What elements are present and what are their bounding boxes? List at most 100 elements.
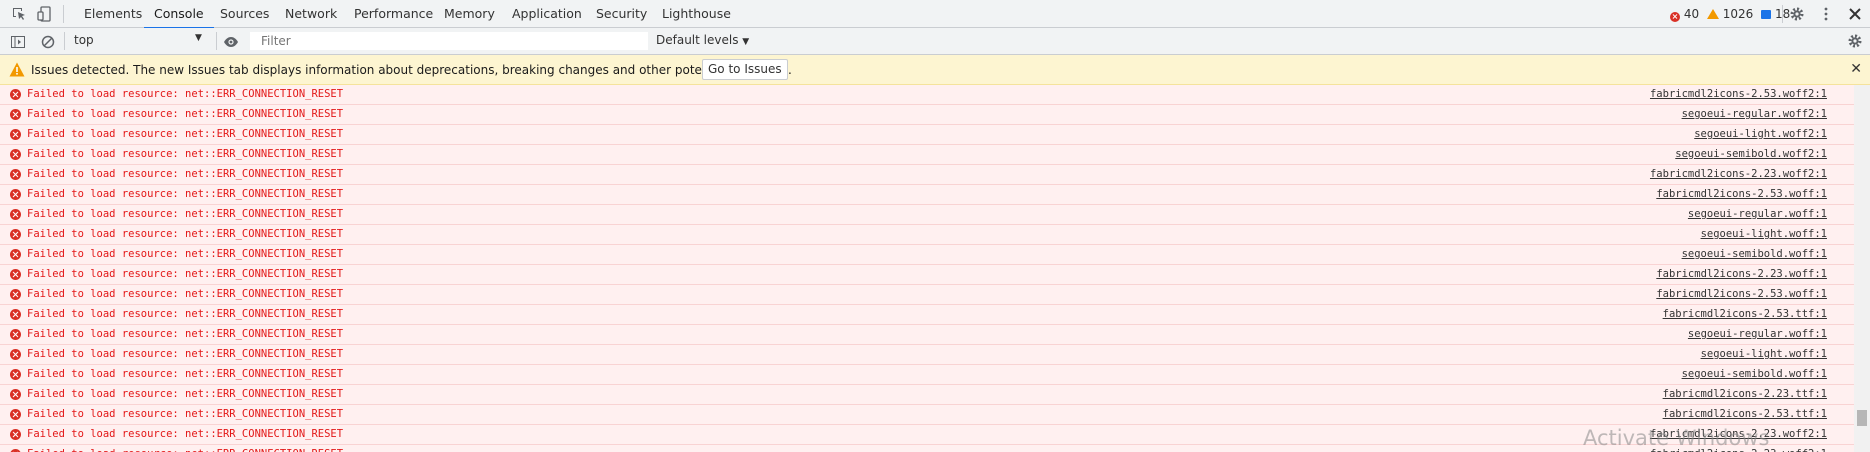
more-options-icon[interactable]: [1818, 6, 1834, 22]
console-toolbar: top ▼ Default levels ▼: [0, 28, 1870, 55]
log-levels-dropdown[interactable]: Default levels ▼: [656, 33, 749, 47]
issue-counters[interactable]: × 40 1026 18: [1670, 0, 1790, 28]
error-icon: [10, 389, 21, 400]
error-icon: [10, 409, 21, 420]
log-row: Failed to load resource: net::ERR_CONNEC…: [0, 245, 1854, 265]
log-message: Failed to load resource: net::ERR_CONNEC…: [27, 388, 344, 400]
source-link[interactable]: fabricmdl2icons-2.53.woff2:1: [1650, 88, 1827, 100]
source-link[interactable]: segoeui-light.woff:1: [1701, 228, 1827, 240]
log-row: Failed to load resource: net::ERR_CONNEC…: [0, 305, 1854, 325]
error-icon: [10, 169, 21, 180]
log-row: Failed to load resource: net::ERR_CONNEC…: [0, 285, 1854, 305]
log-message: Failed to load resource: net::ERR_CONNEC…: [27, 348, 344, 360]
error-icon: [10, 329, 21, 340]
source-link[interactable]: fabricmdl2icons-2.23.woff2:1: [1650, 168, 1827, 180]
filter-input[interactable]: [250, 32, 648, 50]
log-row: Failed to load resource: net::ERR_CONNEC…: [0, 85, 1854, 105]
source-link[interactable]: segoeui-light.woff:1: [1701, 348, 1827, 360]
close-icon[interactable]: ✕: [1850, 61, 1862, 77]
console-settings-gear-icon[interactable]: [1847, 33, 1863, 49]
source-link[interactable]: fabricmdl2icons-2.23.ttf:1: [1663, 388, 1827, 400]
scrollbar-thumb[interactable]: [1857, 410, 1867, 426]
show-sidebar-icon[interactable]: [10, 34, 26, 50]
settings-gear-icon[interactable]: [1789, 6, 1805, 22]
go-to-issues-button[interactable]: Go to Issues: [702, 59, 788, 80]
log-levels-label: Default levels: [656, 33, 739, 47]
log-message: Failed to load resource: net::ERR_CONNEC…: [27, 108, 344, 120]
source-link[interactable]: fabricmdl2icons-2.23.woff:1: [1656, 268, 1827, 280]
source-link[interactable]: segoeui-light.woff2:1: [1694, 128, 1827, 140]
tab-memory[interactable]: Memory: [444, 0, 495, 28]
log-row: Failed to load resource: net::ERR_CONNEC…: [0, 325, 1854, 345]
log-message: Failed to load resource: net::ERR_CONNEC…: [27, 168, 344, 180]
source-link[interactable]: fabricmdl2icons-2.53.woff:1: [1656, 188, 1827, 200]
error-icon: [10, 229, 21, 240]
log-message: Failed to load resource: net::ERR_CONNEC…: [27, 208, 344, 220]
source-link[interactable]: fabricmdl2icons-2.53.woff:1: [1656, 288, 1827, 300]
log-row: Failed to load resource: net::ERR_CONNEC…: [0, 425, 1854, 445]
log-message: Failed to load resource: net::ERR_CONNEC…: [27, 368, 344, 380]
toolbar-divider: [63, 5, 64, 23]
tab-application[interactable]: Application: [512, 0, 582, 28]
error-icon: [10, 429, 21, 440]
log-message: Failed to load resource: net::ERR_CONNEC…: [27, 248, 344, 260]
log-row: Failed to load resource: net::ERR_CONNEC…: [0, 205, 1854, 225]
tab-console[interactable]: Console: [144, 0, 214, 29]
log-row: Failed to load resource: net::ERR_CONNEC…: [0, 385, 1854, 405]
log-row: Failed to load resource: net::ERR_CONNEC…: [0, 365, 1854, 385]
error-icon: [10, 369, 21, 380]
live-expression-eye-icon[interactable]: [223, 34, 239, 50]
error-icon: [10, 189, 21, 200]
log-row: Failed to load resource: net::ERR_CONNEC…: [0, 165, 1854, 185]
tab-security[interactable]: Security: [596, 0, 647, 28]
toolbar-divider: [64, 32, 65, 50]
warning-count: 1026: [1722, 7, 1754, 21]
log-message: Failed to load resource: net::ERR_CONNEC…: [27, 88, 344, 100]
clear-console-icon[interactable]: [40, 34, 56, 50]
log-message: Failed to load resource: net::ERR_CONNEC…: [27, 188, 344, 200]
tab-elements[interactable]: Elements: [84, 0, 142, 28]
source-link[interactable]: fabricmdl2icons-2.53.ttf:1: [1663, 308, 1827, 320]
error-icon: [10, 249, 21, 260]
device-toolbar-icon[interactable]: [37, 6, 53, 22]
tab-network[interactable]: Network: [285, 0, 337, 28]
source-link[interactable]: segoeui-semibold.woff:1: [1682, 248, 1827, 260]
toolbar-divider: [1782, 5, 1783, 23]
log-message: Failed to load resource: net::ERR_CONNEC…: [27, 228, 344, 240]
source-link[interactable]: segoeui-semibold.woff2:1: [1675, 148, 1827, 160]
source-link[interactable]: fabricmdl2icons-2.53.ttf:1: [1663, 408, 1827, 420]
devtools-tab-bar: Elements Console Sources Network Perform…: [0, 0, 1870, 29]
error-icon: [10, 129, 21, 140]
log-message: Failed to load resource: net::ERR_CONNEC…: [27, 408, 344, 420]
issues-banner: Issues detected. The new Issues tab disp…: [0, 55, 1870, 85]
tab-performance[interactable]: Performance: [354, 0, 433, 28]
log-message: Failed to load resource: net::ERR_CONNEC…: [27, 308, 344, 320]
console-log: Failed to load resource: net::ERR_CONNEC…: [0, 85, 1854, 452]
inspect-element-icon[interactable]: [11, 6, 27, 22]
error-icon: [10, 149, 21, 160]
source-link[interactable]: segoeui-regular.woff:1: [1688, 208, 1827, 220]
activate-windows-watermark: Activate Windows: [1583, 426, 1770, 450]
source-link[interactable]: segoeui-regular.woff2:1: [1682, 108, 1827, 120]
log-message: Failed to load resource: net::ERR_CONNEC…: [27, 268, 344, 280]
info-icon: [1761, 10, 1772, 19]
error-icon: [10, 89, 21, 100]
tab-lighthouse[interactable]: Lighthouse: [662, 0, 731, 28]
toolbar-divider: [216, 32, 217, 50]
error-icon: [10, 109, 21, 120]
source-link[interactable]: segoeui-regular.woff:1: [1688, 328, 1827, 340]
source-link[interactable]: segoeui-semibold.woff:1: [1682, 368, 1827, 380]
error-icon: [10, 269, 21, 280]
tab-sources[interactable]: Sources: [220, 0, 269, 28]
error-icon: [10, 289, 21, 300]
close-devtools-icon[interactable]: [1847, 6, 1863, 22]
context-dropdown-icon[interactable]: ▼: [195, 33, 202, 43]
warning-icon: [9, 62, 25, 77]
scrollbar[interactable]: [1854, 85, 1870, 452]
context-selector[interactable]: top: [74, 33, 94, 47]
log-row: Failed to load resource: net::ERR_CONNEC…: [0, 185, 1854, 205]
error-count: 40: [1683, 7, 1700, 21]
log-row: Failed to load resource: net::ERR_CONNEC…: [0, 265, 1854, 285]
log-row: Failed to load resource: net::ERR_CONNEC…: [0, 445, 1854, 452]
log-message: Failed to load resource: net::ERR_CONNEC…: [27, 328, 344, 340]
